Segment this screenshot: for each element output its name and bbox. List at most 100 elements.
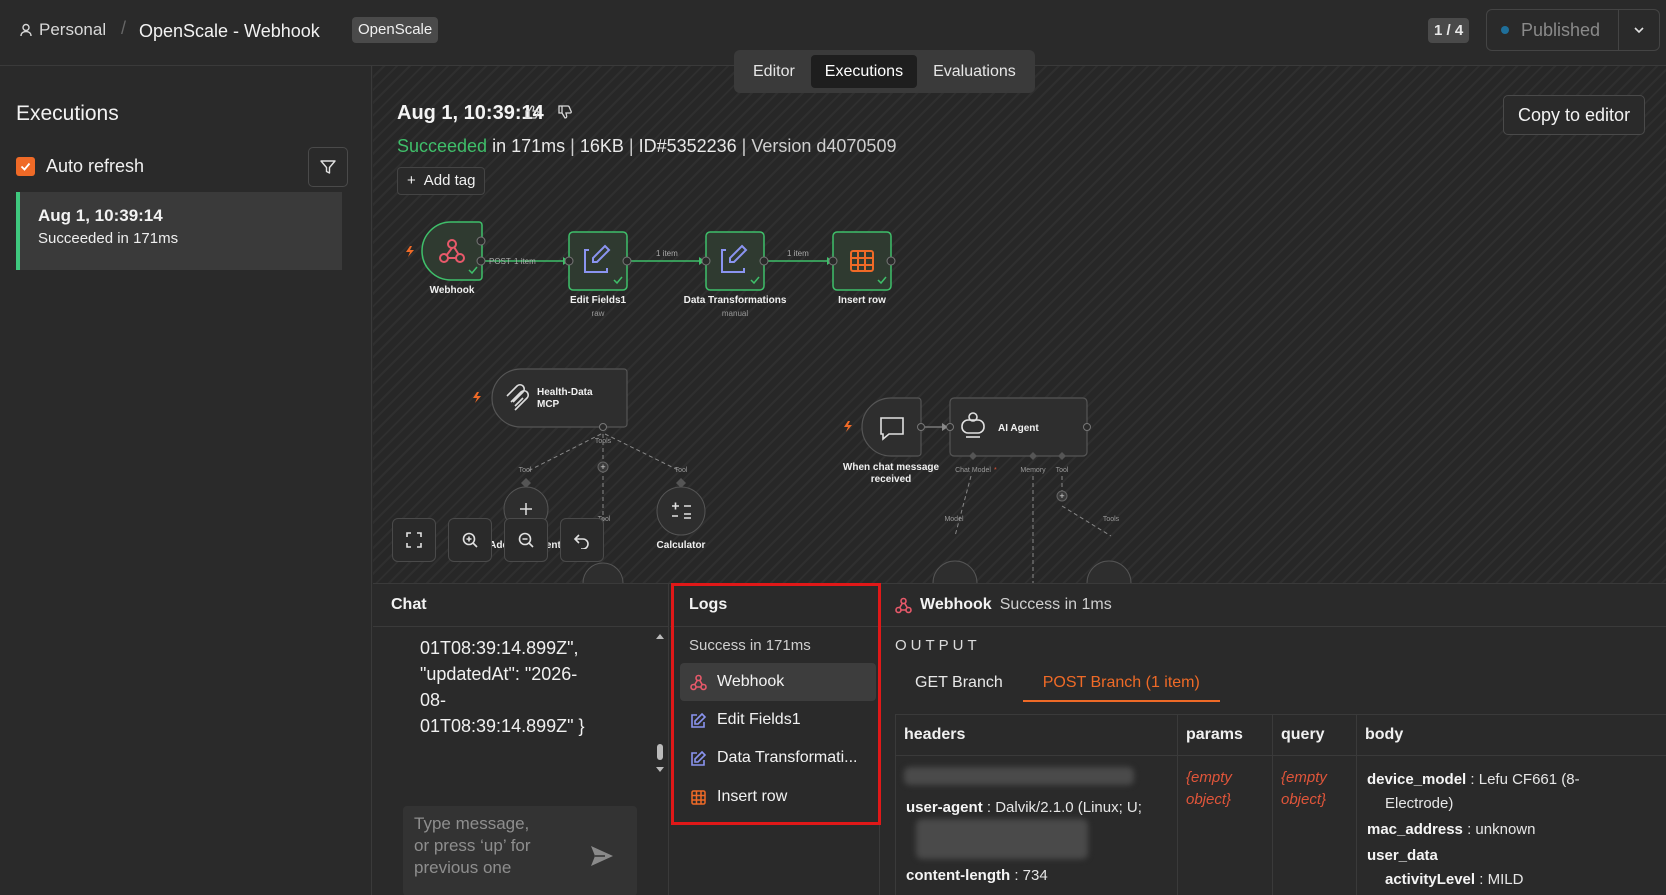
redacted-value	[904, 767, 1134, 785]
bottom-panel: Chat 01T08:39:14.899Z", "updatedAt": "20…	[373, 583, 1666, 895]
execution-title: Aug 1, 10:39:14	[397, 102, 544, 124]
header-value: 734	[1022, 867, 1048, 884]
node-insert-row[interactable]	[828, 231, 896, 291]
edit-icon	[691, 712, 707, 728]
node-edit-fields-sub: raw	[592, 309, 605, 318]
output-panel: Webhook Success in 1ms OUTPUT GET Branch…	[881, 584, 1666, 895]
execution-version: Version d4070509	[751, 136, 897, 156]
edge-item-label-3: 1 item	[787, 249, 809, 258]
output-node-status: Success in 1ms	[999, 596, 1112, 613]
edge-item-label-2: 1 item	[656, 249, 678, 258]
workflow-canvas[interactable]: POST 1 item 1 item 1 item Webhook Edit F…	[373, 66, 1666, 583]
node-edit-fields[interactable]	[564, 231, 632, 291]
zoom-in-icon	[462, 532, 478, 548]
body-key: activityLevel	[1385, 871, 1476, 888]
execution-list-item[interactable]: Aug 1, 10:39:14 Succeeded in 171ms	[16, 192, 342, 270]
add-tag-label: Add tag	[423, 172, 476, 189]
auto-refresh-checkbox[interactable]: Auto refresh	[16, 156, 144, 177]
node-edit-fields-label: Edit Fields1	[570, 295, 627, 306]
header-value: Dalvik/2.1.0 (Linux; U;	[995, 799, 1142, 816]
node-chat-trigger[interactable]	[861, 397, 925, 457]
column-params: params {empty object}	[1177, 715, 1272, 895]
execution-item-date: Aug 1, 10:39:14	[38, 206, 163, 225]
published-label: Published	[1521, 19, 1601, 40]
execution-size: 16KB	[579, 136, 624, 156]
edge-tool-label: Tool	[675, 467, 688, 474]
copy-to-editor-button[interactable]: Copy to editor	[1503, 95, 1646, 135]
thumbs-down-icon[interactable]	[557, 104, 573, 120]
logs-panel-title: Logs	[689, 596, 728, 613]
user-icon	[20, 23, 32, 37]
node-data-transformations-label: Data Transformations	[684, 295, 787, 306]
breadcrumb-separator: /	[121, 18, 127, 38]
version-pager[interactable]: 1 / 4	[1428, 18, 1470, 43]
tab-executions[interactable]: Executions	[810, 55, 918, 88]
divider	[373, 626, 669, 627]
execution-duration: in 171ms	[492, 136, 566, 156]
edge-post-label: POST	[489, 257, 511, 266]
filter-button[interactable]	[308, 147, 348, 187]
column-header: query	[1281, 726, 1325, 743]
workflow-name[interactable]: OpenScale - Webhook	[139, 21, 320, 42]
node-insert-row-label: Insert row	[838, 295, 886, 306]
auto-refresh-label: Auto refresh	[46, 156, 145, 176]
tab-evaluations[interactable]: Evaluations	[919, 55, 1030, 88]
add-tag-button[interactable]: + Add tag	[397, 167, 486, 195]
branch-tabs: GET Branch POST Branch (1 item)	[895, 666, 1220, 702]
app-window: Personal / OpenScale - Webhook OpenScale…	[0, 0, 1666, 895]
log-item-insert-row[interactable]: Insert row	[680, 778, 876, 816]
undo-icon	[573, 534, 589, 549]
node-data-transformations[interactable]	[701, 231, 769, 291]
body-device-model: device_model : Lefu CF661 (8-	[1367, 771, 1580, 788]
zoom-in-button[interactable]	[448, 518, 492, 562]
chat-input-placeholder: Type message, or press ‘up’ for previous…	[414, 814, 531, 877]
filter-icon	[320, 160, 336, 174]
log-item-data-transformations[interactable]: Data Transformati...	[680, 739, 876, 777]
project-badge[interactable]: OpenScale	[352, 17, 439, 43]
chat-panel: Chat 01T08:39:14.899Z", "updatedAt": "20…	[373, 584, 669, 895]
zoom-out-button[interactable]	[504, 518, 548, 562]
fit-view-button[interactable]	[392, 518, 436, 562]
add-tool-icon[interactable]: +	[600, 462, 605, 472]
published-button[interactable]: Published	[1487, 10, 1619, 50]
reset-zoom-button[interactable]	[560, 518, 604, 562]
tab-post-branch[interactable]: POST Branch (1 item)	[1022, 666, 1220, 702]
fit-view-icon	[406, 532, 422, 548]
edge-model-label: Model	[944, 516, 964, 523]
node-webhook[interactable]	[421, 221, 486, 281]
node-mcp-label-1: Health-Data	[537, 387, 593, 398]
webhook-icon	[690, 674, 707, 690]
node-health-data-mcp[interactable]	[491, 368, 628, 431]
tab-get-branch[interactable]: GET Branch	[895, 666, 1023, 702]
body-key: device_model	[1367, 771, 1467, 788]
params-value: {empty object}	[1186, 769, 1232, 808]
node-calculator[interactable]	[656, 486, 706, 536]
header-key: user-agent	[906, 799, 983, 816]
plus-icon: +	[407, 172, 416, 189]
column-header: body	[1365, 726, 1404, 743]
log-item-webhook[interactable]: Webhook	[680, 663, 876, 701]
chat-panel-title: Chat	[391, 596, 427, 613]
chat-message: 01T08:39:14.899Z", "updatedAt": "2026- 0…	[420, 638, 585, 736]
divider	[881, 626, 1666, 627]
body-user-data: user_data	[1367, 847, 1438, 864]
publish-dropdown-button[interactable]	[1619, 10, 1659, 50]
add-tool-icon[interactable]: +	[1059, 491, 1064, 501]
output-header: Webhook Success in 1ms	[895, 596, 1112, 614]
tab-editor[interactable]: Editor	[739, 55, 809, 88]
column-header: params	[1186, 726, 1243, 743]
chat-scrollbar[interactable]	[655, 630, 665, 776]
log-item-edit-fields[interactable]: Edit Fields1	[680, 701, 876, 739]
chevron-down-icon	[1634, 27, 1644, 34]
trigger-bolt-icon	[844, 421, 852, 432]
edge-tools-label: Tools	[1103, 516, 1120, 523]
breadcrumb-personal[interactable]: Personal	[18, 20, 106, 40]
log-item-label: Edit Fields1	[717, 711, 801, 728]
checkbox-checked-icon	[16, 157, 35, 176]
logs-summary: Success in 171ms	[689, 637, 811, 654]
send-icon[interactable]	[589, 844, 615, 868]
body-value: Lefu CF661 (8-	[1478, 771, 1580, 788]
column-header: headers	[904, 726, 966, 743]
chat-message-input[interactable]: Type message, or press ‘up’ for previous…	[403, 806, 637, 895]
thumbs-up-icon[interactable]	[524, 104, 540, 120]
